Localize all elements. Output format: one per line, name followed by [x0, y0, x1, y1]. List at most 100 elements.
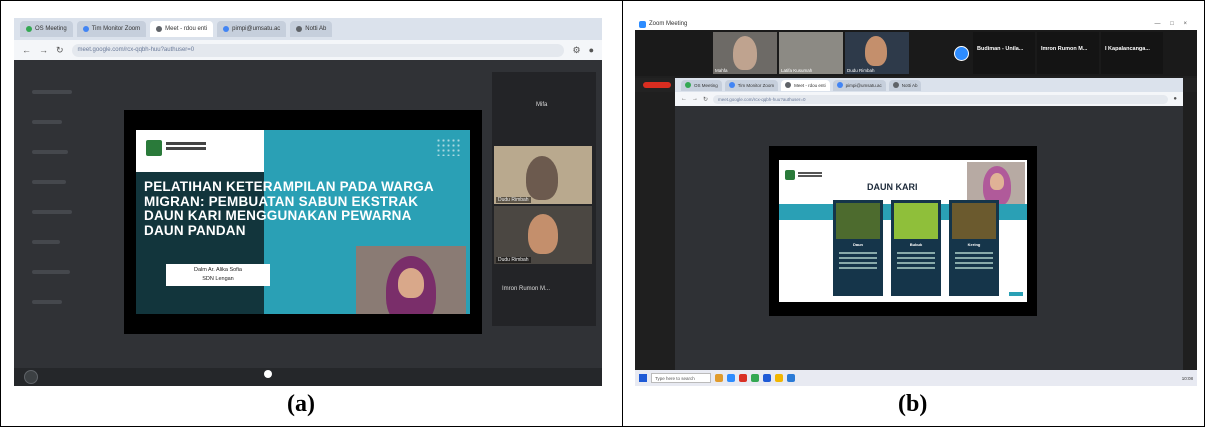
participant-tile[interactable]: Dudu Rimbah — [845, 32, 909, 74]
forward-icon[interactable]: → — [692, 96, 698, 102]
dot-pattern — [436, 138, 462, 156]
participant-name: Budiman - Unila... — [977, 46, 1024, 52]
browser-tab-bar: OS Meeting Tim Monitor Zoom Meet - rdou en… — [675, 78, 1183, 92]
presenter-video — [967, 162, 1025, 204]
zoom-icon — [639, 20, 646, 28]
card-label: Bubuk — [909, 242, 923, 247]
tab-label: Notti Ab — [901, 82, 918, 88]
window-controls[interactable]: — □ × — [1155, 21, 1191, 27]
app-icon[interactable] — [739, 374, 747, 382]
participant-tile[interactable]: Budiman - Unila... — [973, 32, 1035, 74]
pen-icon[interactable] — [24, 370, 38, 384]
shared-slide: DAUN KARI Daun Bubuk Kering — [769, 146, 1037, 316]
browser-tab[interactable]: pimpi@umsatu.ac — [832, 79, 886, 91]
windows-taskbar: Type here to search 10:08 — [635, 370, 1197, 386]
slide-title: DAUN KARI — [867, 182, 918, 192]
caption-b: (b) — [898, 391, 928, 417]
zoom-avatar-icon[interactable] — [954, 46, 969, 61]
browser-tab[interactable]: Tim Monitor Zoom — [76, 21, 147, 37]
app-icon[interactable] — [787, 374, 795, 382]
profile-icon[interactable]: ● — [1173, 96, 1177, 102]
tab-favicon-icon — [836, 82, 843, 88]
browser-tab[interactable]: Meet - rdou enti — [150, 21, 214, 37]
tab-favicon-icon — [223, 26, 230, 32]
participant-name: Dudu Rimbah — [496, 197, 531, 203]
back-icon[interactable]: ← — [681, 96, 687, 102]
browser-tab[interactable]: OS Meeting — [20, 21, 73, 37]
panel-b-screenshot: Zoom Meeting — □ × Mahfa Latifa Kusumah … — [635, 18, 1197, 386]
tab-favicon-icon — [296, 26, 303, 32]
presenter-name-box: Dalm Ar. Alika Sofia SDN Lengan — [166, 264, 270, 286]
browser-tab[interactable]: Notti Ab — [888, 79, 922, 91]
browser-tab[interactable]: Meet - rdou enti — [781, 79, 830, 91]
browser-tab[interactable]: OS Meeting — [681, 79, 722, 91]
card-label: Kering — [967, 242, 981, 247]
participant-tile[interactable]: Imron Rumon M... — [1037, 32, 1099, 74]
slide-content: PELATIHAN KETERAMPILAN PADA WARGA MIGRAN… — [136, 130, 470, 314]
tab-label: OS Meeting — [35, 26, 67, 32]
window-title: Zoom Meeting — [649, 21, 688, 27]
ghost-item — [32, 300, 62, 304]
meet-control-bar — [14, 368, 602, 386]
slide-accent — [1009, 292, 1023, 296]
mouse-cursor-icon — [264, 370, 272, 378]
browser-tab[interactable]: Notti Ab — [290, 21, 333, 37]
sidebar-top-label: Mifa — [536, 102, 548, 108]
participant-tile[interactable]: Latifa Kusumah — [779, 32, 843, 74]
participant-figure — [865, 36, 887, 66]
card-image — [894, 203, 938, 239]
tab-favicon-icon — [82, 26, 89, 32]
browser-tab[interactable]: Tim Monitor Zoom — [724, 79, 779, 91]
panel-divider — [622, 0, 623, 427]
tab-favicon-icon — [685, 82, 691, 88]
presenter-face — [398, 268, 424, 298]
card-image — [952, 203, 996, 239]
participant-name: Latifa Kusumah — [781, 68, 813, 73]
chrome-taskbar-icon[interactable] — [751, 374, 759, 382]
ghost-item — [32, 210, 72, 214]
app-icon[interactable] — [763, 374, 771, 382]
presenter-video — [356, 246, 466, 314]
address-bar: ← → ↻ meet.google.com/rcx-qqbh-huu?authu… — [675, 92, 1183, 106]
remote-indicator[interactable] — [643, 82, 671, 88]
tab-label: OS Meeting — [694, 82, 718, 88]
windows-start-icon[interactable] — [639, 374, 647, 382]
folder-icon[interactable] — [775, 374, 783, 382]
tab-label: Tim Monitor Zoom — [91, 26, 141, 32]
caption-a: (a) — [287, 391, 315, 417]
university-logo — [785, 170, 795, 180]
address-bar: ← → ↻ meet.google.com/rcx-qqbh-huu?authu… — [14, 40, 602, 60]
participant-tile[interactable]: Dudu Rimbah — [494, 206, 592, 264]
extensions-icon[interactable]: ⚙ — [572, 45, 580, 56]
forward-icon[interactable]: → — [39, 45, 48, 55]
presenter-affiliation: SDN Lengan — [202, 276, 234, 282]
participant-tile[interactable]: Dudu Rimbah — [494, 146, 592, 204]
participants-sidebar: Mifa Dudu Rimbah Dudu Rimbah Imron Rumon… — [492, 72, 596, 326]
participant-name: Dudu Rimbah — [496, 257, 531, 263]
browser-tab-bar: OS Meeting Tim Monitor Zoom Meet - rdou en… — [14, 18, 602, 40]
url-field[interactable]: meet.google.com/rcx-qqbh-huu?authuser=0 — [713, 94, 1169, 104]
ghost-item — [32, 150, 68, 154]
zoom-taskbar-icon[interactable] — [727, 374, 735, 382]
tab-favicon-icon — [785, 82, 792, 88]
tab-favicon-icon — [892, 82, 899, 88]
panel-a-screenshot: OS Meeting Tim Monitor Zoom Meet - rdou en… — [14, 18, 602, 386]
tab-favicon-icon — [156, 26, 163, 32]
browser-tab[interactable]: pimpi@umsatu.ac — [217, 21, 287, 37]
taskbar-clock[interactable]: 10:08 — [1182, 376, 1193, 381]
url-field[interactable]: meet.google.com/rcx-qqbh-huu?authuser=0 — [71, 43, 565, 57]
app-icon[interactable] — [715, 374, 723, 382]
content-card: Bubuk — [891, 200, 941, 296]
presenter-name: Dalm Ar. Alika Sofia — [194, 267, 242, 273]
taskbar-search[interactable]: Type here to search — [651, 373, 711, 383]
reload-icon[interactable]: ↻ — [703, 96, 708, 103]
profile-icon[interactable]: ● — [589, 45, 594, 55]
participant-tile[interactable]: I Kapalancanga... — [1101, 32, 1163, 74]
ghost-item — [32, 90, 72, 94]
back-icon[interactable]: ← — [22, 45, 31, 55]
card-text — [839, 252, 877, 254]
ghost-item — [32, 240, 60, 244]
card-text — [897, 252, 935, 254]
reload-icon[interactable]: ↻ — [56, 45, 64, 56]
participant-tile[interactable]: Mahfa — [713, 32, 777, 74]
